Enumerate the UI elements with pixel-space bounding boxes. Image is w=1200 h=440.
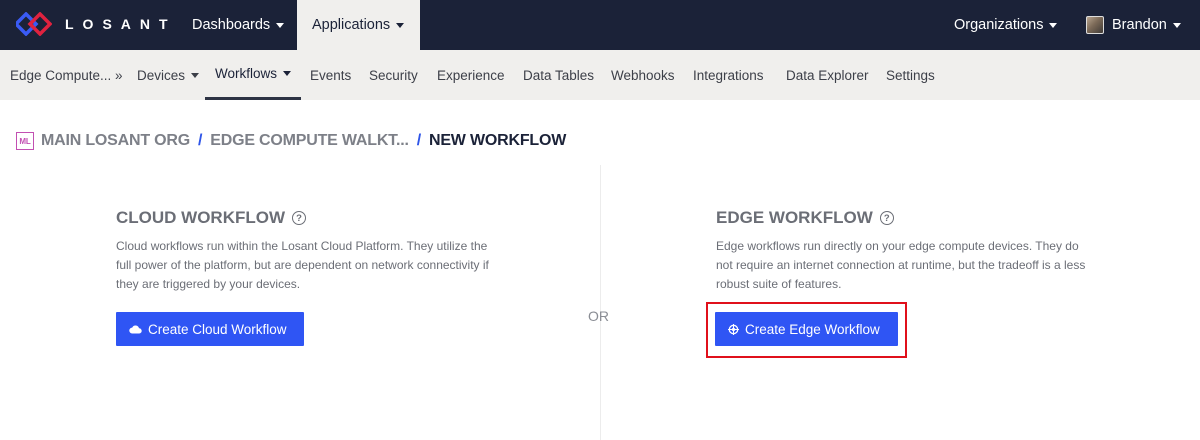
subnav-settings-label: Settings [886, 67, 935, 83]
breadcrumb-current-page: NEW WORKFLOW [428, 132, 567, 149]
cloud-icon [129, 324, 142, 334]
breadcrumb: ML MAIN LOSANT ORG / EDGE COMPUTE WALKT.… [16, 132, 566, 150]
highlight-annotation-box [706, 302, 907, 358]
subnav-data-tables[interactable]: Data Tables [523, 50, 594, 100]
nav-organizations-label: Organizations [954, 17, 1044, 33]
subnav-events-label: Events [310, 67, 352, 83]
breadcrumb-separator: / [198, 132, 203, 149]
cloud-workflow-description: Cloud workflows run within the Losant Cl… [116, 239, 489, 291]
chevron-down-icon [1172, 22, 1181, 28]
help-icon[interactable]: ? [879, 211, 894, 225]
application-subnav: Edge Compute... » Devices Workflows Even… [0, 50, 1200, 100]
chevron-down-icon [283, 71, 292, 76]
create-cloud-workflow-button[interactable]: Create Cloud Workflow [116, 312, 304, 346]
subnav-workflows[interactable]: Workflows [205, 50, 302, 100]
subnav-workflows-label: Workflows [215, 66, 278, 81]
subnav-devices[interactable]: Devices [137, 50, 200, 100]
losant-logo[interactable]: LOSANT [16, 12, 177, 36]
subnav-webhooks-label: Webhooks [611, 67, 675, 83]
chevron-down-icon [1049, 22, 1058, 28]
subnav-webhooks[interactable]: Webhooks [611, 50, 675, 100]
losant-logo-icon [16, 12, 52, 36]
brand-name: LOSANT [65, 16, 177, 32]
breadcrumb-org-link[interactable]: MAIN LOSANT ORG [41, 132, 190, 150]
nav-dashboards-menu[interactable]: Dashboards [192, 0, 285, 50]
top-navbar: LOSANT Dashboards Applications Organizat… [0, 0, 1200, 50]
nav-organizations-menu[interactable]: Organizations [954, 0, 1058, 50]
nav-dashboards-label: Dashboards [192, 17, 271, 33]
subnav-settings[interactable]: Settings [886, 50, 935, 100]
edge-workflow-title: EDGE WORKFLOW ? [716, 208, 894, 228]
chevron-down-icon [396, 22, 405, 28]
or-label: OR [588, 308, 609, 324]
subnav-experience[interactable]: Experience [437, 50, 505, 100]
subnav-security-label: Security [369, 67, 418, 83]
user-name: Brandon [1112, 17, 1167, 33]
help-icon[interactable]: ? [292, 211, 307, 225]
nav-applications-label: Applications [312, 17, 391, 33]
subnav-integrations-label: Integrations [693, 67, 764, 83]
cloud-workflow-title: CLOUD WORKFLOW ? [116, 208, 307, 228]
subnav-events[interactable]: Events [310, 50, 351, 100]
subnav-devices-label: Devices [137, 67, 186, 83]
chevron-down-icon [276, 22, 285, 28]
create-cloud-workflow-label: Create Cloud Workflow [148, 321, 287, 337]
cloud-workflow-title-text: CLOUD WORKFLOW [116, 208, 286, 227]
subnav-application-switcher[interactable]: Edge Compute... » [10, 50, 123, 100]
org-badge-icon: ML [16, 132, 34, 150]
edge-workflow-description: Edge workflows run directly on your edge… [716, 239, 1086, 291]
subnav-application-label: Edge Compute... » [10, 67, 123, 83]
chevron-down-icon [191, 72, 200, 78]
subnav-data-explorer-label: Data Explorer [786, 67, 869, 83]
breadcrumb-app-link[interactable]: EDGE COMPUTE WALKT... [210, 132, 409, 150]
panel-divider [600, 165, 601, 440]
avatar [1086, 16, 1104, 34]
subnav-integrations[interactable]: Integrations [693, 50, 764, 100]
subnav-data-tables-label: Data Tables [523, 67, 595, 83]
breadcrumb-separator: / [416, 132, 421, 149]
edge-workflow-title-text: EDGE WORKFLOW [716, 208, 873, 227]
subnav-data-explorer[interactable]: Data Explorer [786, 50, 869, 100]
user-menu[interactable]: Brandon [1086, 0, 1181, 50]
subnav-security[interactable]: Security [369, 50, 418, 100]
nav-applications-menu[interactable]: Applications [297, 0, 420, 50]
subnav-experience-label: Experience [437, 67, 505, 83]
